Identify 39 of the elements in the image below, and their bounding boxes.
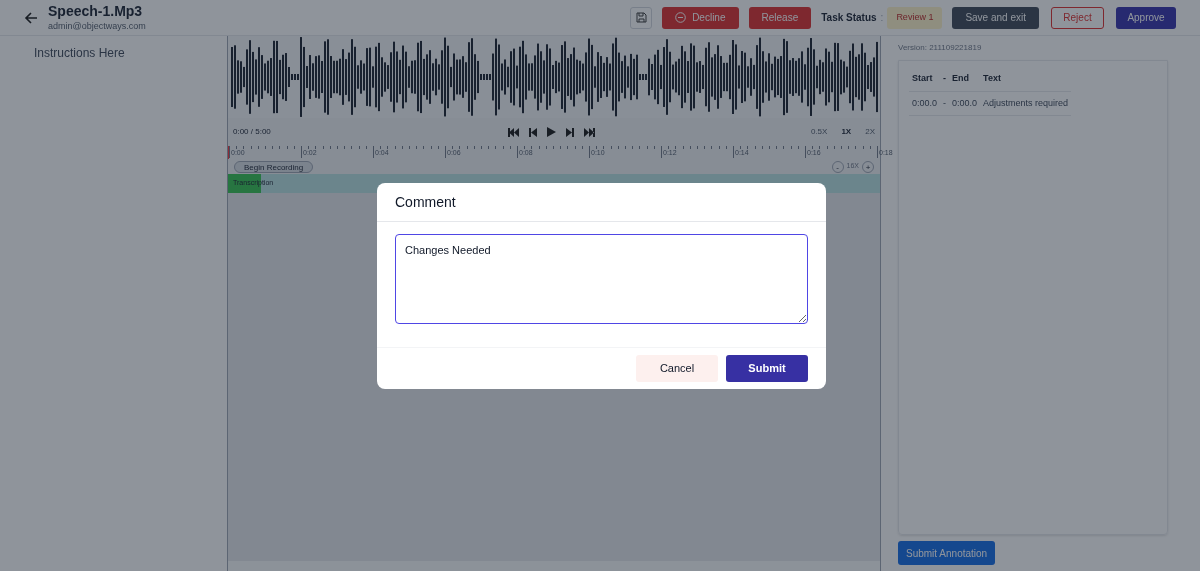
comment-field[interactable]: Changes Needed [395, 234, 808, 324]
status-badge: Review 1 [887, 6, 943, 29]
column-header: End [949, 67, 981, 91]
cancel-button[interactable]: Cancel [636, 355, 718, 382]
table-cell: - [940, 91, 950, 116]
step-forward-icon[interactable] [566, 127, 574, 137]
submit-button[interactable]: Submit [726, 355, 808, 382]
speed-option[interactable]: 1X [841, 126, 852, 138]
horizontal-scrollbar[interactable] [228, 561, 880, 571]
table-cell: Adjustments required [980, 91, 1072, 116]
file-title: Speech-1.Mp3 [48, 3, 144, 21]
column-header: - [940, 67, 950, 91]
approve-button[interactable]: Approve [1116, 6, 1176, 29]
save-and-exit-button[interactable]: Save and exit [952, 6, 1039, 29]
speed-option[interactable]: 0.5X [810, 126, 828, 138]
table-cell: 0:00.0 [949, 91, 981, 116]
submit-annotation-button[interactable]: Submit Annotation [898, 541, 996, 565]
table-cell: 0:00.0 [909, 91, 941, 116]
column-header: Start [909, 67, 941, 91]
version-text: Version: 211109221819 [898, 42, 983, 54]
dialog-title: Comment [395, 192, 456, 212]
user-email: admin@objectways.com [48, 20, 146, 32]
instructions-text: Instructions Here [34, 46, 125, 60]
save-icon [635, 12, 647, 23]
save-button[interactable] [630, 6, 653, 29]
speed-option[interactable]: 2X [865, 126, 875, 138]
back-arrow-icon[interactable] [24, 10, 38, 25]
time-display: 0:00 / 5:00 [233, 126, 271, 138]
begin-recording-button[interactable]: Begin Recording [234, 160, 314, 173]
play-icon[interactable] [547, 127, 556, 137]
skip-start-icon[interactable] [508, 127, 519, 137]
skip-end-icon[interactable] [584, 127, 595, 137]
release-button[interactable]: Release [748, 6, 812, 29]
task-status-label: Task Status [821, 11, 877, 25]
step-back-icon[interactable] [529, 127, 537, 137]
reject-button[interactable]: Reject [1051, 6, 1104, 29]
decline-button[interactable]: Decline [662, 6, 739, 29]
column-header: Text [980, 67, 1072, 91]
separator: : [880, 11, 884, 25]
